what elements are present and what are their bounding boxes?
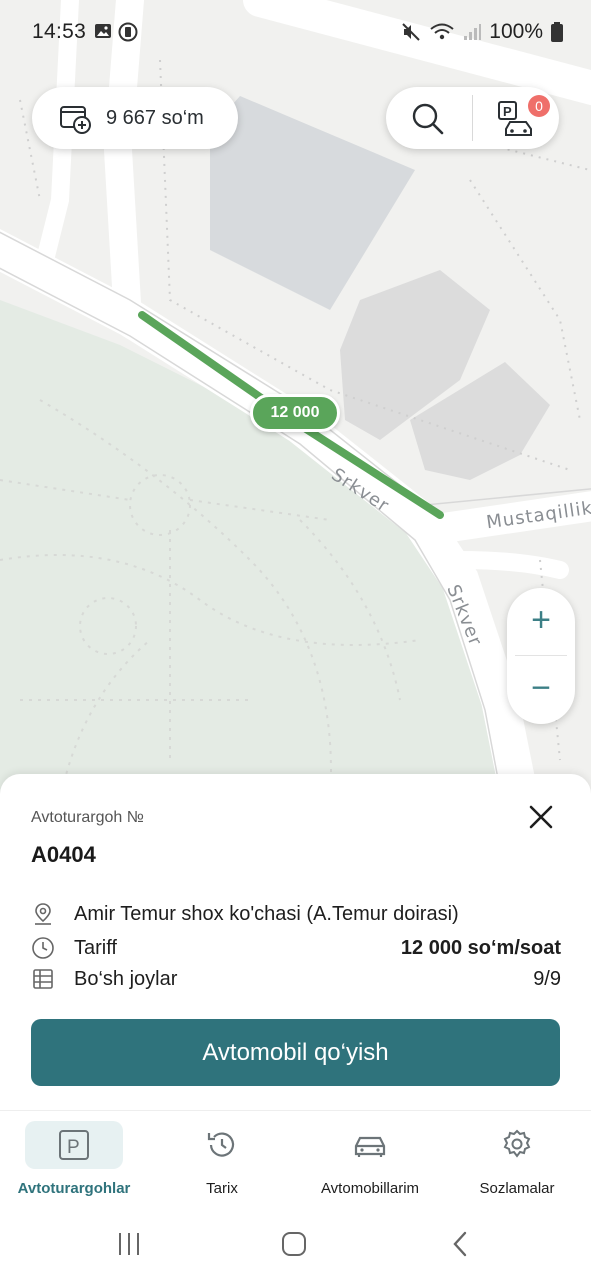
tariff-label: Tariff bbox=[74, 936, 117, 959]
mute-icon bbox=[402, 23, 420, 41]
wallet-balance-button[interactable]: 9 667 so‘m bbox=[32, 87, 238, 149]
parking-details-sheet: Avtoturargoh № A0404 Amir Temur shox ko'… bbox=[0, 774, 591, 1110]
header-actions: P 0 bbox=[386, 87, 559, 149]
parking-code: A0404 bbox=[31, 842, 96, 867]
svg-text:P: P bbox=[67, 1137, 80, 1158]
gear-icon bbox=[503, 1129, 531, 1158]
park-car-button[interactable]: Avtomobil qo‘yish bbox=[31, 1019, 560, 1086]
active-parking-badge: 0 bbox=[528, 95, 550, 117]
wifi-icon bbox=[430, 23, 454, 40]
car-icon bbox=[354, 1136, 386, 1157]
zoom-control: + − bbox=[507, 588, 575, 724]
parking-number-label: Avtoturargoh № bbox=[31, 809, 144, 826]
status-bar: 14:53 100% bbox=[0, 0, 591, 64]
free-spots-label: Bo‘sh joylar bbox=[74, 967, 178, 990]
search-icon[interactable] bbox=[410, 101, 446, 137]
gallery-icon bbox=[95, 24, 111, 38]
home-icon[interactable] bbox=[280, 1230, 308, 1258]
system-navigation-bar bbox=[0, 1210, 591, 1280]
grid-icon bbox=[33, 969, 53, 989]
nav-item-settings[interactable]: Sozlamalar bbox=[443, 1111, 591, 1211]
address-text: Amir Temur shox ko'chasi (A.Temur doiras… bbox=[74, 902, 459, 925]
recent-apps-icon[interactable] bbox=[116, 1231, 142, 1257]
nav-label: Avtoturargohlar bbox=[17, 1180, 131, 1197]
battery-percent: 100% bbox=[489, 20, 543, 43]
tariff-value: 12 000 so‘m/soat bbox=[400, 936, 561, 959]
location-pin-icon bbox=[35, 903, 51, 925]
free-spots-row: Bo‘sh joylar 9/9 bbox=[31, 965, 561, 993]
battery-icon bbox=[551, 22, 563, 42]
nav-item-my-cars[interactable]: Avtomobillarim bbox=[296, 1111, 444, 1211]
history-icon bbox=[207, 1132, 235, 1157]
free-spots-value: 9/9 bbox=[533, 967, 561, 990]
svg-text:P: P bbox=[503, 104, 512, 119]
nav-item-parkings[interactable]: P Avtoturargohlar bbox=[0, 1111, 148, 1211]
nav-label: Tarix bbox=[206, 1180, 238, 1197]
signal-icon bbox=[464, 24, 482, 40]
zoom-out-button[interactable]: − bbox=[507, 656, 575, 724]
parking-price-marker[interactable]: 12 000 bbox=[250, 394, 340, 432]
zoom-in-button[interactable]: + bbox=[507, 588, 575, 656]
wallet-add-icon bbox=[60, 106, 91, 134]
back-icon[interactable] bbox=[450, 1230, 470, 1258]
status-time: 14:53 bbox=[32, 20, 87, 43]
clock-icon bbox=[32, 937, 54, 959]
tariff-row: Tariff 12 000 so‘m/soat bbox=[31, 934, 561, 962]
parking-icon: P bbox=[59, 1130, 89, 1160]
close-icon[interactable] bbox=[526, 802, 556, 832]
divider bbox=[472, 95, 473, 141]
balance-amount: 9 667 so‘m bbox=[106, 106, 204, 129]
nav-label: Avtomobillarim bbox=[320, 1180, 420, 1197]
bottom-navigation: P Avtoturargohlar Tarix Avtomobillarim S… bbox=[0, 1110, 591, 1210]
recorder-icon bbox=[118, 22, 138, 42]
nav-label: Sozlamalar bbox=[479, 1180, 555, 1197]
nav-item-history[interactable]: Tarix bbox=[148, 1111, 296, 1211]
address-row: Amir Temur shox ko'chasi (A.Temur doiras… bbox=[31, 900, 561, 928]
